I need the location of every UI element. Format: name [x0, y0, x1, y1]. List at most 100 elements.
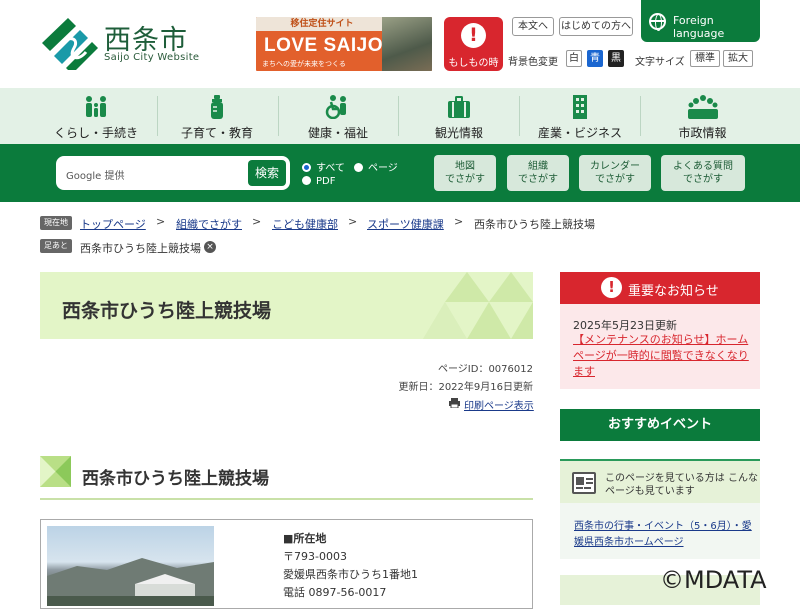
important-notice-header: ! 重要なお知らせ — [560, 272, 760, 304]
nav-label: 市政情報 — [678, 126, 727, 140]
watermark: ©MDATA — [660, 566, 767, 594]
baby-bottle-icon — [211, 95, 223, 119]
love-saijo-banner[interactable]: 移住定住サイト LOVE SAIJO まちへの愛が未来をつくる — [256, 17, 432, 71]
recommended-events-heading[interactable]: おすすめイベント — [560, 409, 760, 441]
site-header: 西条市 Saijo City Website 移住定住サイト LOVE SAIJ… — [0, 0, 800, 88]
radio-all[interactable]: すべて — [302, 159, 345, 174]
nav-divider — [278, 96, 279, 136]
nav-label: 子育て・教育 — [180, 126, 253, 140]
breadcrumb-separator: > — [252, 215, 262, 228]
exclamation-icon: ! — [461, 23, 486, 48]
radio-icon — [354, 163, 363, 172]
page-title-banner: 西条市ひうち陸上競技場 — [40, 272, 533, 339]
foreign-language-label: Foreign language — [673, 14, 725, 40]
stadium-photo — [47, 526, 214, 606]
global-nav: くらし・手続き 子育て・教育 健康・福祉 観光情報 産業・ビジネス 市政情報 — [0, 88, 800, 144]
emergency-label: もしもの時 — [448, 58, 499, 69]
font-large-button[interactable]: 拡大 — [723, 50, 753, 67]
heading-diamond-icon — [40, 456, 71, 487]
nav-divider — [398, 96, 399, 136]
print-page-link[interactable]: 印刷ページ表示 — [464, 397, 534, 412]
search-box[interactable]: Google 提供 検索 — [56, 156, 290, 190]
search-by-faq-button[interactable]: よくある質問 でさがす — [661, 155, 745, 191]
banner-main-text: LOVE SAIJO — [264, 35, 384, 56]
nav-label: 産業・ビジネス — [537, 126, 622, 140]
related-pages-header: このページを見ている方は こんなページも見ています — [560, 461, 760, 503]
nav-divider — [157, 96, 158, 136]
nav-label: 健康・福祉 — [307, 126, 368, 140]
banner-sub-text: まちへの愛が未来をつくる — [262, 60, 346, 68]
important-notice-title: 重要なお知らせ — [628, 284, 719, 299]
foreign-language-button[interactable]: Foreign language — [641, 0, 760, 42]
triangle-pattern-decoration — [423, 272, 533, 339]
breadcrumb-separator: > — [454, 215, 464, 228]
search-by-map-button[interactable]: 地図 でさがす — [434, 155, 496, 191]
printer-icon[interactable] — [449, 398, 460, 408]
bg-blue-button[interactable]: 青 — [587, 50, 603, 67]
nav-label: 観光情報 — [434, 126, 483, 140]
first-time-visitors-button[interactable]: はじめての方へ — [559, 17, 633, 36]
important-notice-link[interactable]: 【メンテナンスのお知らせ】ホームページが一時的に閲覧できなくなります — [573, 332, 753, 380]
search-by-calendar-button[interactable]: カレンダー でさがす — [579, 155, 651, 191]
bg-black-button[interactable]: 黒 — [608, 50, 624, 67]
banner-photo — [382, 17, 432, 71]
history-tag: 足あと — [40, 239, 72, 253]
related-pages-panel: このページを見ている方は こんなページも見ています 西条市の行事・イベント（5・… — [560, 459, 760, 559]
google-provided-label: Google 提供 — [66, 171, 125, 182]
people-group-icon — [687, 95, 718, 119]
newspaper-icon — [572, 472, 596, 494]
nav-item-business[interactable]: 産業・ビジネス — [524, 88, 636, 144]
updated-date: 更新日：2022年9月16日更新 — [398, 382, 533, 393]
search-button[interactable]: 検索 — [248, 160, 286, 186]
breadcrumb-current: 西条市ひうち陸上競技場 — [474, 218, 595, 231]
important-notice-date: 2025年5月23日更新 — [573, 319, 677, 332]
page-title: 西条市ひうち陸上競技場 — [62, 300, 272, 322]
nav-label: くらし・手続き — [53, 126, 138, 140]
skip-to-content-button[interactable]: 本文へ — [512, 17, 554, 36]
nav-item-living[interactable]: くらし・手続き — [40, 88, 152, 144]
breadcrumb-department[interactable]: こども健康部 — [272, 216, 338, 232]
family-icon — [86, 96, 106, 117]
current-location-tag: 現在地 — [40, 216, 72, 230]
breadcrumb-separator: > — [348, 215, 358, 228]
important-notice-panel: ! 重要なお知らせ 2025年5月23日更新 【メンテナンスのお知らせ】ホームペ… — [560, 272, 760, 389]
page-id: ページID：0076012 — [438, 364, 533, 375]
exclamation-icon: ! — [601, 277, 622, 298]
nav-divider — [519, 96, 520, 136]
building-icon — [573, 95, 587, 119]
radio-icon — [302, 176, 311, 185]
phone: 電話 0897-56-0017 — [283, 586, 387, 599]
fontsize-label: 文字サイズ — [635, 57, 685, 68]
suitcase-icon — [448, 96, 470, 118]
history-item[interactable]: 西条市ひうち陸上競技場 — [80, 240, 201, 256]
banner-top-text: 移住定住サイト — [256, 17, 388, 31]
breadcrumb-top[interactable]: トップページ — [80, 216, 146, 232]
site-subtitle: Saijo City Website — [104, 52, 200, 63]
breadcrumb-separator: > — [156, 215, 166, 228]
section-title: 西条市ひうち陸上競技場 — [82, 469, 269, 489]
search-by-organization-button[interactable]: 組織 でさがす — [507, 155, 569, 191]
nav-item-tourism[interactable]: 観光情報 — [403, 88, 515, 144]
radio-pdf[interactable]: PDF — [302, 176, 335, 187]
nav-divider — [640, 96, 641, 136]
radio-page[interactable]: ページ — [354, 159, 398, 174]
section-heading: 西条市ひうち陸上競技場 — [40, 456, 533, 500]
nav-item-childcare[interactable]: 子育て・教育 — [161, 88, 273, 144]
location-heading: ■所在地 — [283, 532, 327, 545]
close-icon[interactable]: × — [204, 241, 216, 253]
wheelchair-icon — [325, 95, 346, 119]
related-page-link[interactable]: 西条市の行事・イベント（5・6月）・愛媛県西条市ホームページ — [574, 519, 754, 551]
nav-item-city-admin[interactable]: 市政情報 — [645, 88, 760, 144]
city-logo[interactable] — [40, 16, 100, 70]
nav-item-health[interactable]: 健康・福祉 — [282, 88, 394, 144]
globe-icon — [649, 13, 666, 31]
facility-info-box: ■所在地 〒793-0003 愛媛県西条市ひうち1番地1 電話 0897-56-… — [40, 519, 533, 609]
postal-code: 〒793-0003 — [283, 550, 347, 563]
breadcrumb-section[interactable]: スポーツ健康課 — [367, 216, 444, 232]
bg-white-button[interactable]: 白 — [566, 50, 582, 67]
emergency-button[interactable]: ! もしもの時 — [444, 17, 503, 71]
font-standard-button[interactable]: 標準 — [690, 50, 720, 67]
search-band: Google 提供 検索 すべて ページ PDF 地図 でさがす 組織 でさがす カ… — [0, 144, 800, 202]
radio-selected-icon — [302, 163, 311, 172]
breadcrumb-organization[interactable]: 組織でさがす — [176, 216, 242, 232]
